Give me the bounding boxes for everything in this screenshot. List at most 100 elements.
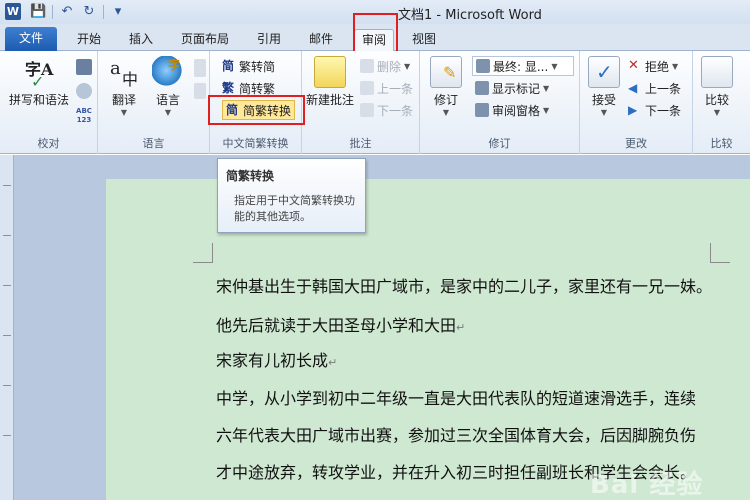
- to-simplified-button[interactable]: 简 繁转简: [222, 56, 275, 76]
- tab-page-layout[interactable]: 页面布局: [175, 29, 235, 51]
- abc-check-icon: 字A ✓: [25, 60, 54, 91]
- show-markup-label: 显示标记: [492, 81, 541, 96]
- display-for-review-select[interactable]: 最终: 显... ▼: [472, 56, 574, 76]
- translate-button[interactable]: a 中 翻译 ▼: [104, 56, 144, 117]
- paragraph-4[interactable]: 中学，从小学到初中二年级一直是大田代表队的短道速滑选手，连续: [216, 385, 696, 409]
- tab-references[interactable]: 引用: [250, 29, 288, 51]
- group-label-tracking: 修订: [488, 137, 511, 150]
- paragraph-text: 宋家有儿初长成: [216, 351, 329, 370]
- group-label-compare: 比较: [710, 137, 733, 150]
- paragraph-1[interactable]: 宋仲基出生于韩国大田广域市，是家中的二儿子，家里还有一兄一妹。: [216, 273, 712, 297]
- tab-view[interactable]: 视图: [405, 29, 443, 51]
- thesaurus-icon[interactable]: [76, 83, 92, 99]
- tab-file[interactable]: 文件: [5, 27, 57, 51]
- next-change-label: 下一条: [645, 103, 682, 118]
- word-count-icon[interactable]: ABC 123: [74, 107, 94, 127]
- ruler-mark: [3, 235, 11, 236]
- group-proofing: 字A ✓ 拼写和语法 ABC 123 校对: [0, 51, 98, 154]
- previous-comment-icon: [360, 81, 374, 95]
- show-markup-icon: [475, 81, 489, 95]
- paragraph-2[interactable]: 他先后就读于大田圣母小学和大田↵: [216, 312, 465, 336]
- translate-dropdown-icon: ▼: [120, 108, 128, 117]
- vertical-ruler[interactable]: [0, 155, 14, 500]
- translate-doc-icon[interactable]: [194, 59, 206, 77]
- margin-corner-top-right: [710, 243, 730, 263]
- compare-button[interactable]: 比较 ▼: [697, 56, 737, 117]
- language-label: 语言: [155, 93, 180, 107]
- display-review-icon: [476, 59, 490, 73]
- translate-icon: a 中: [110, 58, 139, 89]
- redo-icon[interactable]: ↻: [81, 3, 97, 20]
- paragraph-text: 他先后就读于大田圣母小学和大田: [216, 316, 457, 335]
- document-page[interactable]: [106, 179, 750, 500]
- ruler-mark: [3, 185, 11, 186]
- tooltip-description: 指定用于中文简繁转换功能的其他选项。: [234, 194, 355, 223]
- reviewing-pane-icon: [475, 103, 489, 117]
- new-comment-icon: [314, 56, 346, 88]
- accept-button[interactable]: ✓ 接受 ▼: [584, 56, 624, 117]
- track-changes-button[interactable]: ✎ 修订 ▼: [426, 56, 466, 117]
- tab-insert[interactable]: 插入: [122, 29, 160, 51]
- tab-home[interactable]: 开始: [70, 29, 108, 51]
- group-label-proofing: 校对: [37, 137, 60, 150]
- previous-change-button[interactable]: ◀ 上一条: [628, 78, 681, 98]
- paragraph-text: 中学，从小学到初中二年级一直是大田代表队的短道速滑选手，连续: [216, 389, 697, 408]
- save-icon[interactable]: 💾: [30, 3, 46, 20]
- to-traditional-label: 简转繁: [239, 81, 276, 96]
- delete-dropdown-icon: ▼: [404, 61, 411, 71]
- customize-qat-icon[interactable]: ▾: [110, 3, 126, 20]
- show-markup-button[interactable]: 显示标记 ▼: [475, 78, 549, 98]
- quick-access-toolbar: 💾 ↶ ↻ ▾: [30, 3, 126, 20]
- group-label-changes: 更改: [625, 137, 647, 150]
- delete-comment-icon: [360, 59, 374, 73]
- translate-selection-icon[interactable]: [194, 83, 206, 99]
- qat-divider: [103, 5, 104, 19]
- paragraph-mark-icon: ↵: [328, 356, 338, 369]
- language-button[interactable]: 字 语言 ▼: [148, 56, 188, 117]
- reviewing-pane-button[interactable]: 审阅窗格 ▼: [475, 100, 549, 120]
- next-comment-icon: [360, 103, 374, 117]
- ruler-mark: [3, 385, 11, 386]
- ruler-mark: [3, 335, 11, 336]
- display-review-dropdown-icon: ▼: [551, 61, 558, 71]
- paragraph-text: 宋仲基出生于韩国大田广域市，是家中的二儿子，家里还有一兄一妹。: [216, 277, 713, 296]
- to-simplified-label: 繁转简: [239, 59, 276, 74]
- review-tab-highlight: [353, 13, 398, 55]
- ruler-mark: [3, 285, 11, 286]
- group-label-comments: 批注: [349, 137, 372, 150]
- accept-icon: ✓: [588, 56, 620, 88]
- paragraph-text: 六年代表大田广域市出赛，参加过三次全国体育大会，后因脚腕负伤: [216, 426, 697, 445]
- spelling-grammar-button[interactable]: 字A ✓ 拼写和语法: [8, 56, 70, 108]
- watermark: Bai 经验: [590, 470, 704, 500]
- track-changes-dropdown-icon: ▼: [442, 108, 450, 117]
- new-comment-button[interactable]: 新建批注: [304, 56, 356, 108]
- language-dropdown-icon: ▼: [164, 108, 172, 117]
- group-changes: ✓ 接受 ▼ ✕ 拒绝 ▼ ◀ 上一条 ▶ 下一条 更改: [580, 51, 693, 154]
- new-comment-label: 新建批注: [305, 93, 354, 107]
- accept-dropdown-icon: ▼: [600, 108, 608, 117]
- undo-icon[interactable]: ↶: [59, 3, 75, 20]
- paragraph-mark-icon: ↵: [456, 321, 466, 334]
- tab-mailings[interactable]: 邮件: [302, 29, 340, 51]
- next-comment-button[interactable]: 下一条: [360, 100, 413, 120]
- ruler-mark: [3, 435, 11, 436]
- traditional-char-icon: 繁: [222, 81, 235, 95]
- next-change-icon: ▶: [628, 103, 638, 117]
- group-label-chinese-conversion: 中文简繁转换: [222, 137, 289, 150]
- reject-icon: ✕: [628, 58, 639, 73]
- previous-change-icon: ◀: [628, 81, 638, 95]
- word-app-icon[interactable]: W: [5, 3, 21, 20]
- translate-label: 翻译: [111, 93, 136, 107]
- next-change-button[interactable]: ▶ 下一条: [628, 100, 681, 120]
- previous-comment-button[interactable]: 上一条: [360, 78, 413, 98]
- delete-comment-button[interactable]: 删除 ▼: [360, 56, 410, 76]
- research-icon[interactable]: [76, 59, 92, 75]
- paragraph-3[interactable]: 宋家有儿初长成↵: [216, 347, 337, 371]
- reject-button[interactable]: ✕ 拒绝 ▼: [628, 56, 678, 76]
- paragraph-5[interactable]: 六年代表大田广域市出赛，参加过三次全国体育大会，后因脚腕负伤: [216, 422, 696, 446]
- reject-label: 拒绝: [645, 59, 670, 74]
- group-tracking: ✎ 修订 ▼ 最终: 显... ▼ 显示标记 ▼ 审阅窗格 ▼ 修订: [420, 51, 580, 154]
- window-title: 文档1 - Microsoft Word: [398, 8, 542, 23]
- ribbon: 字A ✓ 拼写和语法 ABC 123 校对 a 中 翻译 ▼ 字 语言 ▼ 语言…: [0, 51, 750, 154]
- simplified-char-icon: 简: [222, 59, 235, 73]
